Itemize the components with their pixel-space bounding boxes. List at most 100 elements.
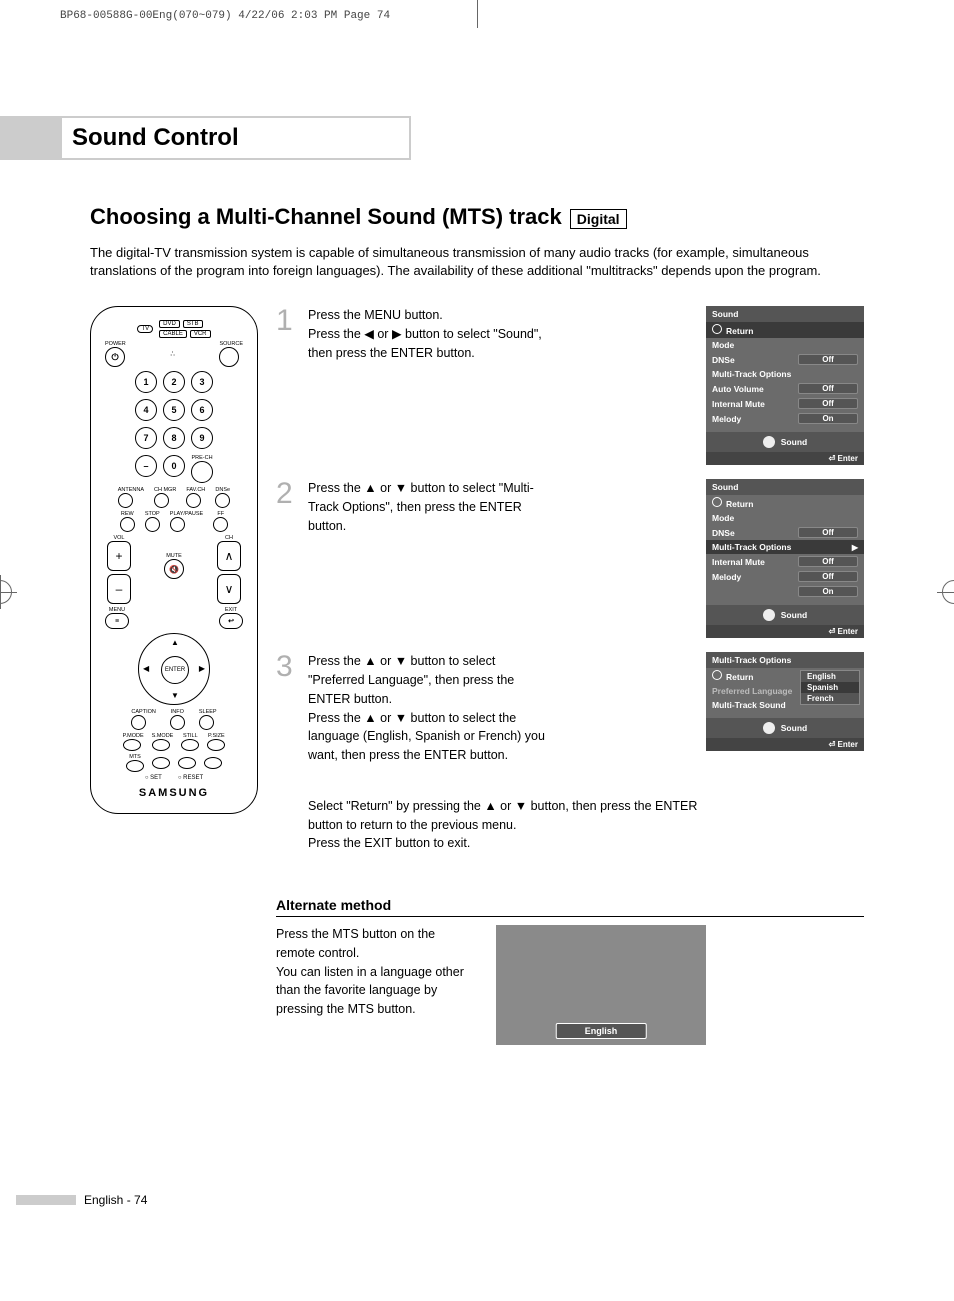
section-title-bar: Sound Control xyxy=(0,116,864,160)
remote-mode: DVD xyxy=(159,320,180,328)
osd-footer: Sound xyxy=(706,605,864,625)
antenna-label: ANTENNA xyxy=(118,487,144,493)
osd-title: Sound xyxy=(706,479,864,495)
step-text: Press the ▲ or ▼ button to select "Multi… xyxy=(308,479,548,535)
step-number: 3 xyxy=(276,652,298,765)
num-5: 5 xyxy=(163,399,185,421)
language-badge: English xyxy=(556,1023,647,1039)
crop-mark xyxy=(477,0,478,28)
remote-mode-tv: TV xyxy=(137,325,153,333)
num-8: 8 xyxy=(163,427,185,449)
osd-title: Multi-Track Options xyxy=(706,652,864,668)
num-2: 2 xyxy=(163,371,185,393)
popup-option: English xyxy=(801,671,859,682)
osd-row: DNSeOff xyxy=(706,352,864,367)
still-label: STILL xyxy=(181,733,199,739)
osd-footer: Sound xyxy=(706,718,864,738)
chevron-right-icon: ▶ xyxy=(852,543,858,552)
smode-button xyxy=(152,739,170,751)
alternate-method-text: Press the MTS button on the remote contr… xyxy=(276,925,466,1019)
step-text: Press the MENU button.Press the ◀ or ▶ b… xyxy=(308,306,548,362)
dnse-button xyxy=(215,493,230,508)
osd-screenshot-2: Sound Return Mode DNSeOff Multi-Track Op… xyxy=(706,479,864,638)
antenna-button xyxy=(118,493,133,508)
popup-option-selected: Spanish xyxy=(801,682,859,693)
psize-label: P.SIZE xyxy=(207,733,225,739)
osd-screenshot-3: Multi-Track Options Return Preferred Lan… xyxy=(706,652,864,751)
menu-label: MENU xyxy=(105,607,129,613)
mts-button xyxy=(126,760,144,772)
osd-enter-hint: Enter xyxy=(706,452,864,465)
osd-row: Mode xyxy=(706,511,864,525)
osd-row: MelodyOff xyxy=(706,569,864,584)
reset-label: RESET xyxy=(183,775,203,781)
alternate-method-heading: Alternate method xyxy=(276,897,864,917)
mts-label: MTS xyxy=(126,754,144,760)
step-1: 1 Press the MENU button.Press the ◀ or ▶… xyxy=(276,306,692,362)
registration-mark-right xyxy=(942,580,954,604)
remote-mode: STB xyxy=(183,320,203,328)
remote-mode: VCR xyxy=(190,330,211,338)
step-3: 3 Press the ▲ or ▼ button to select "Pre… xyxy=(276,652,692,765)
rew-button xyxy=(120,517,135,532)
section-title: Sound Control xyxy=(60,116,411,160)
caption-label: CAPTION xyxy=(131,709,155,715)
pmode-button xyxy=(123,739,141,751)
ch-down: ∨ xyxy=(217,574,241,604)
osd-row-highlighted: Multi-Track Options▶ xyxy=(706,540,864,554)
power-label: POWER xyxy=(105,341,126,347)
digital-tag: Digital xyxy=(570,209,627,229)
num-4: 4 xyxy=(135,399,157,421)
heading-text: Choosing a Multi-Channel Sound (MTS) tra… xyxy=(90,204,562,230)
psize-button xyxy=(207,739,225,751)
nav-left-icon: ◀ xyxy=(143,664,149,673)
exit-label: EXIT xyxy=(219,607,243,613)
step-2: 2 Press the ▲ or ▼ button to select "Mul… xyxy=(276,479,692,535)
ff-label: FF xyxy=(213,511,228,517)
exit-button: ↩ xyxy=(219,613,243,629)
osd-row: On xyxy=(706,584,864,599)
info-label: INFO xyxy=(170,709,185,715)
source-button xyxy=(219,347,239,367)
alternate-method-screenshot: English xyxy=(496,925,706,1045)
osd-row: Internal MuteOff xyxy=(706,396,864,411)
osd-enter-hint: Enter xyxy=(706,738,864,751)
osd-row: DNSeOff xyxy=(706,525,864,540)
pmode-label: P.MODE xyxy=(123,733,144,739)
mute-button: 🔇 xyxy=(164,559,184,579)
prech-label: PRE-CH xyxy=(191,455,213,461)
nav-down-icon: ▼ xyxy=(171,691,179,700)
play-label: PLAY/PAUSE xyxy=(170,511,203,517)
dnse-label: DNSe xyxy=(215,487,230,493)
registration-mark-left xyxy=(0,580,12,604)
osd-footer: Sound xyxy=(706,432,864,452)
chmgr-label: CH MGR xyxy=(154,487,176,493)
power-button: ⏻ xyxy=(105,347,125,367)
num-dash: – xyxy=(135,455,157,477)
section-accent-block xyxy=(0,116,60,160)
chmgr-button xyxy=(154,493,169,508)
num-7: 7 xyxy=(135,427,157,449)
prech-button xyxy=(191,461,213,483)
num-6: 6 xyxy=(191,399,213,421)
spare-button xyxy=(178,757,196,769)
still-button xyxy=(181,739,199,751)
step-number: 1 xyxy=(276,306,298,362)
ch-up: ∧ xyxy=(217,541,241,571)
osd-return-row: Return xyxy=(706,495,864,511)
print-slug: BP68-00588G-00Eng(070~079) 4/22/06 2:03 … xyxy=(60,10,390,22)
num-3: 3 xyxy=(191,371,213,393)
osd-row: Auto VolumeOff xyxy=(706,381,864,396)
number-pad: 1 2 3 4 5 6 7 8 9 – 0 PRE-CH xyxy=(99,371,249,483)
footer-accent xyxy=(16,1195,76,1205)
popup-option: French xyxy=(801,693,859,704)
osd-language-popup: English Spanish French xyxy=(800,670,860,705)
sound-icon xyxy=(763,609,775,621)
sound-icon xyxy=(763,722,775,734)
smode-label: S.MODE xyxy=(152,733,174,739)
set-label: SET xyxy=(150,775,162,781)
mute-label: MUTE xyxy=(164,553,184,559)
source-label: SOURCE xyxy=(219,341,243,347)
intro-paragraph: The digital-TV transmission system is ca… xyxy=(90,244,864,280)
sleep-label: SLEEP xyxy=(199,709,217,715)
